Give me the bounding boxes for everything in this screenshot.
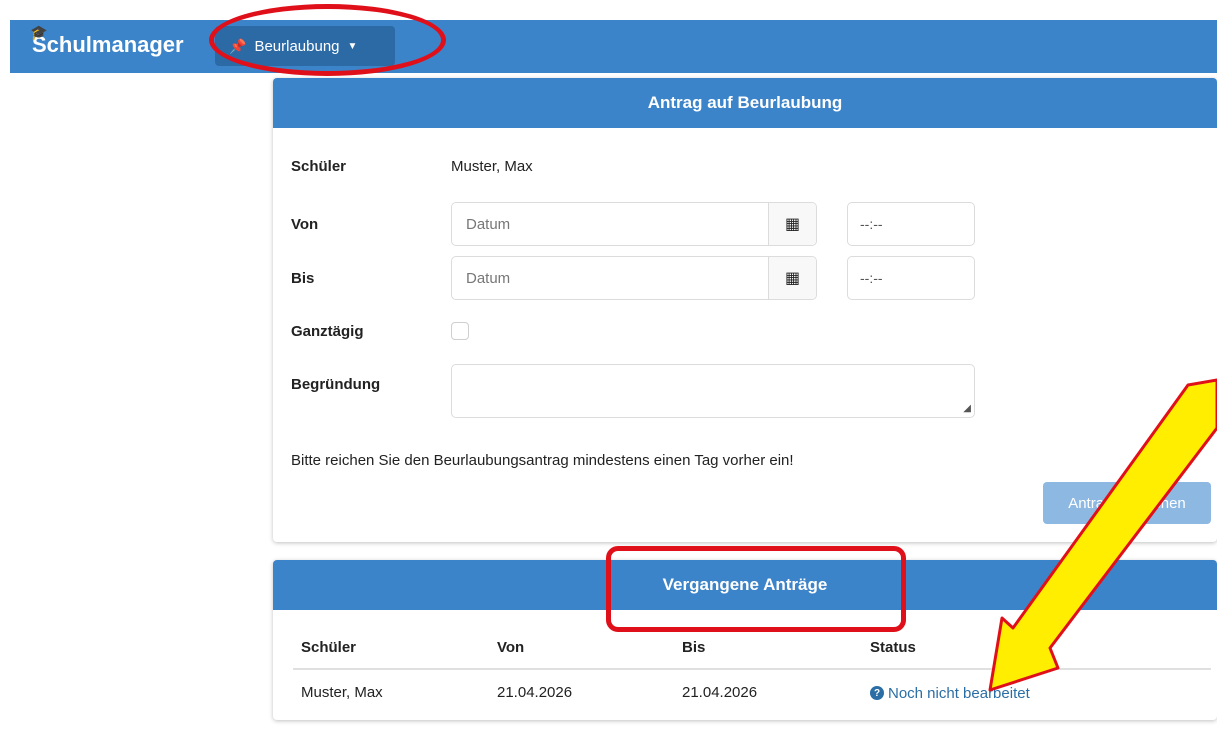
caret-down-icon: ▼: [347, 40, 358, 52]
allday-checkbox[interactable]: [451, 322, 469, 340]
cell-status: ? Noch nicht bearbeitet: [864, 683, 1211, 702]
leave-request-card: Antrag auf Beurlaubung Schüler Muster, M…: [273, 78, 1217, 542]
calendar-icon[interactable]: ▦: [768, 203, 816, 245]
column-header: Von: [497, 638, 525, 656]
submission-hint: Bitte reichen Sie den Beurlaubungsantrag…: [291, 452, 794, 469]
from-date-input[interactable]: Datum: [452, 203, 768, 245]
from-time-input[interactable]: --:--: [847, 202, 975, 246]
table-row: Muster, Max 21.04.2026 21.04.2026 ? Noch…: [293, 672, 1211, 712]
table-header: Schüler Von Bis Status: [293, 626, 1211, 670]
reason-label: Begründung: [291, 376, 381, 393]
student-label: Schüler: [291, 158, 347, 175]
column-header: Status: [870, 638, 916, 656]
to-row: Bis Datum ▦ --:--: [291, 256, 975, 300]
status-link[interactable]: ? Noch nicht bearbeitet: [870, 685, 1030, 702]
to-date-group: Datum ▦: [451, 256, 817, 300]
brand-logo[interactable]: 🎓 Schulmanager: [30, 24, 184, 58]
allday-label: Ganztägig: [291, 322, 364, 340]
cell-from: 21.04.2026: [497, 683, 573, 701]
pin-icon: 📌: [229, 37, 247, 54]
to-label: Bis: [291, 269, 315, 287]
reason-textarea[interactable]: ◢: [451, 364, 975, 418]
form-title: Antrag auf Beurlaubung: [273, 78, 1217, 128]
column-header: Schüler: [301, 638, 357, 656]
column-header: Bis: [682, 638, 706, 656]
past-requests-title: Vergangene Anträge: [273, 560, 1217, 610]
status-text: Noch nicht bearbeitet: [888, 684, 1030, 702]
to-date-input[interactable]: Datum: [452, 257, 768, 299]
allday-row: Ganztägig: [291, 322, 469, 340]
top-navbar: 🎓 Schulmanager 📌 Beurlaubung ▼: [10, 20, 1217, 73]
student-row: Schüler Muster, Max: [291, 158, 533, 175]
from-date-group: Datum ▦: [451, 202, 817, 246]
question-circle-icon: ?: [870, 686, 884, 700]
from-row: Von Datum ▦ --:--: [291, 202, 975, 246]
graduation-cap-icon: 🎓: [30, 24, 48, 40]
cell-to: 21.04.2026: [682, 683, 758, 701]
reason-row: Begründung ◢: [291, 364, 975, 418]
to-time-input[interactable]: --:--: [847, 256, 975, 300]
cell-student: Muster, Max: [301, 683, 383, 701]
student-value: Muster, Max: [451, 158, 533, 175]
brand-name: Schulmanager: [32, 32, 184, 57]
past-requests-card: Vergangene Anträge Schüler Von Bis Statu…: [273, 560, 1217, 720]
calendar-icon[interactable]: ▦: [768, 257, 816, 299]
resize-grip-icon[interactable]: ◢: [963, 403, 971, 414]
beurlaubung-menu-button[interactable]: 📌 Beurlaubung ▼: [215, 26, 395, 66]
submit-request-button[interactable]: Antrag einreichen: [1043, 482, 1211, 524]
from-label: Von: [291, 215, 319, 233]
menu-label: Beurlaubung: [254, 37, 340, 55]
